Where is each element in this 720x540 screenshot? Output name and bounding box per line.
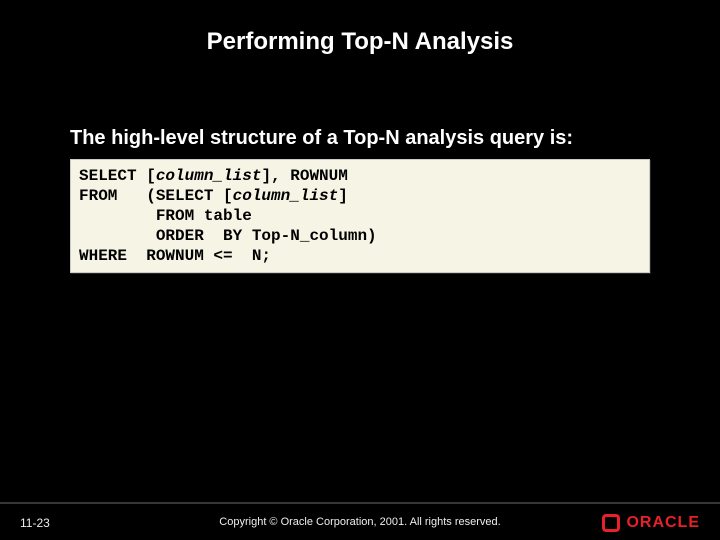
code-line-2: FROM (SELECT [column_list]: [79, 187, 348, 205]
oracle-logo: ORACLE: [602, 514, 700, 532]
oracle-o-icon: [602, 514, 620, 532]
footer: 11-23 Copyright © Oracle Corporation, 20…: [0, 504, 720, 540]
oracle-wordmark: ORACLE: [626, 514, 700, 532]
slide: Performing Top-N Analysis The high-level…: [0, 0, 720, 540]
slide-title: Performing Top-N Analysis: [0, 0, 720, 56]
code-line-5: WHERE ROWNUM <= N;: [79, 247, 271, 265]
code-line-3: FROM table: [79, 207, 252, 225]
slide-content: The high-level structure of a Top-N anal…: [0, 56, 720, 273]
body-text: The high-level structure of a Top-N anal…: [70, 126, 650, 151]
slide-number: 11-23: [20, 516, 50, 530]
code-block: SELECT [column_list], ROWNUM FROM (SELEC…: [70, 159, 650, 273]
code-line-1: SELECT [column_list], ROWNUM: [79, 167, 348, 185]
code-line-4: ORDER BY Top-N_column): [79, 227, 377, 245]
